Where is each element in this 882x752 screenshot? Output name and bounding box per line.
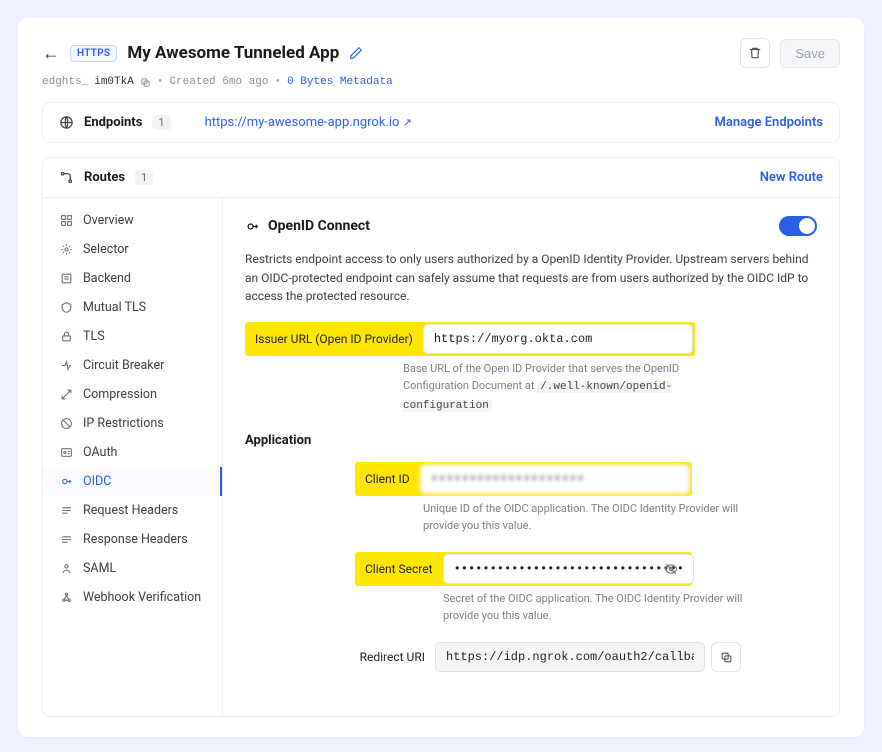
sidenav-label: Circuit Breaker [83,358,164,373]
sidenav-label: IP Restrictions [83,416,164,431]
mutual-tls-icon [59,301,73,314]
compression-icon [59,388,73,401]
sidenav-label: TLS [83,329,105,344]
sidenav-compression[interactable]: Compression [43,380,222,409]
issuer-url-input[interactable] [423,324,693,354]
sidenav-request-headers[interactable]: Request Headers [43,496,222,525]
oidc-icon [59,475,73,488]
backend-icon [59,272,73,285]
sidenav-mutual-tls[interactable]: Mutual TLS [43,293,222,322]
redirect-uri-label: Redirect URI [355,643,435,671]
sidenav-label: Mutual TLS [83,300,146,315]
sidenav-label: OIDC [83,474,111,489]
new-route-link[interactable]: New Route [760,170,823,185]
client-id-input[interactable] [420,464,690,494]
webhook-icon [59,591,73,604]
sidenav-tls[interactable]: TLS [43,322,222,351]
sidenav-label: Compression [83,387,157,402]
overview-icon [59,214,73,227]
sidenav-saml[interactable]: SAML [43,554,222,583]
issuer-url-help: Base URL of the Open ID Provider that se… [403,360,723,415]
response-headers-icon [59,533,73,546]
circuit-breaker-icon [59,359,73,372]
routes-heading: Routes [84,170,125,185]
manage-endpoints-link[interactable]: Manage Endpoints [715,115,824,130]
sidenav-label: Request Headers [83,503,178,518]
sidenav-ip-restrictions[interactable]: IP Restrictions [43,409,222,438]
oauth-icon [59,446,73,459]
routes-icon [59,170,74,185]
ip-restrictions-icon [59,417,73,430]
endpoints-count: 1 [152,115,170,130]
client-id-label: Client ID [357,465,420,493]
meta-id: im0TkA [94,76,134,88]
sidenav-overview[interactable]: Overview [43,206,222,235]
sidenav-oauth[interactable]: OAuth [43,438,222,467]
sidenav-selector[interactable]: Selector [43,235,222,264]
sidenav-label: Response Headers [83,532,188,547]
globe-icon [59,115,74,130]
saml-icon [59,562,73,575]
oidc-description: Restricts endpoint access to only users … [245,250,817,306]
meta-row: edghts_im0TkA • Created 6mo ago • 0 Byte… [42,76,840,88]
delete-button[interactable] [740,38,770,68]
page-title: My Awesome Tunneled App [127,43,339,63]
selector-icon [59,243,73,256]
save-button[interactable]: Save [780,39,840,68]
sidenav-label: Selector [83,242,129,257]
copy-id-icon[interactable] [140,77,151,88]
sidenav-circuit-breaker[interactable]: Circuit Breaker [43,351,222,380]
sidenav-label: OAuth [83,445,117,460]
sidenav-oidc[interactable]: OIDC [43,467,222,496]
lock-icon [59,330,73,343]
meta-metadata-link[interactable]: 0 Bytes Metadata [287,76,393,88]
application-heading: Application [245,433,817,448]
sidenav-response-headers[interactable]: Response Headers [43,525,222,554]
meta-created: Created 6mo ago [169,76,268,88]
request-headers-icon [59,504,73,517]
protocol-badge: HTTPS [70,45,117,62]
sidenav-label: Overview [83,213,134,228]
external-link-icon: ↗ [403,116,412,129]
sidenav-label: Webhook Verification [83,590,201,605]
sidenav-label: SAML [83,561,116,576]
endpoints-heading: Endpoints [84,115,142,130]
client-secret-label: Client Secret [357,555,443,583]
oidc-pane-icon [245,219,260,234]
edit-title-icon[interactable] [349,46,363,60]
pane-title: OpenID Connect [268,218,370,234]
routes-count: 1 [135,170,153,185]
endpoint-url-link[interactable]: https://my-awesome-app.ngrok.io ↗ [205,115,412,130]
sidenav-label: Backend [83,271,131,286]
route-sidenav: Overview Selector Backend Mutual TLS TLS… [43,198,223,716]
reveal-secret-icon[interactable] [664,556,690,582]
issuer-url-label: Issuer URL (Open ID Provider) [247,325,423,353]
sidenav-webhook-verification[interactable]: Webhook Verification [43,583,222,612]
client-secret-input[interactable] [443,554,694,584]
back-arrow[interactable]: ← [42,43,60,64]
meta-prefix: edghts_ [42,76,88,88]
sidenav-backend[interactable]: Backend [43,264,222,293]
client-secret-help: Secret of the OIDC application. The OIDC… [443,590,763,624]
oidc-enable-toggle[interactable] [779,216,817,236]
client-id-help: Unique ID of the OIDC application. The O… [423,500,743,534]
